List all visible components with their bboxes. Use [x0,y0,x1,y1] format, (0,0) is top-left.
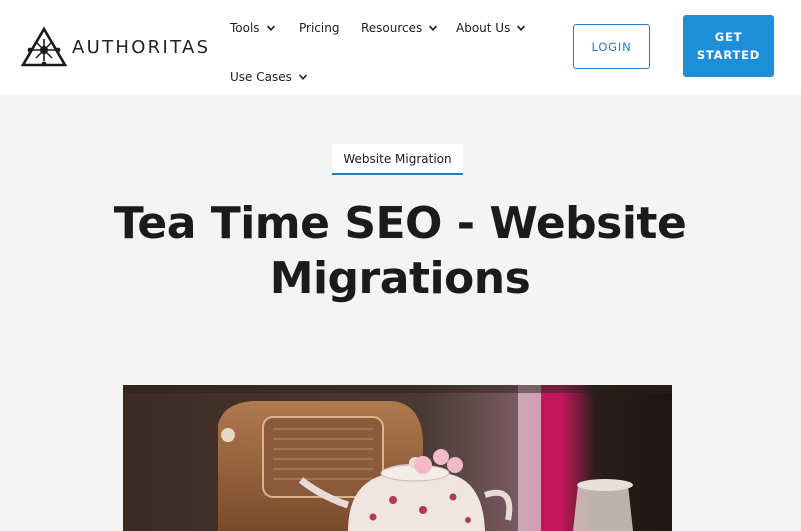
category-tag[interactable]: Website Migration [332,144,463,175]
chevron-down-icon [428,23,438,33]
get-started-button[interactable]: GET STARTED [683,15,774,77]
nav-pricing[interactable]: Pricing [299,21,339,35]
nav-about-us[interactable]: About Us [456,21,526,35]
nav-use-cases-label: Use Cases [230,70,292,84]
nav-resources-label: Resources [361,21,423,35]
login-button[interactable]: LOGIN [573,24,650,69]
authoritas-logo-icon [20,26,68,67]
nav-about-label: About Us [456,21,511,35]
chevron-down-icon [298,72,308,82]
nav-tools[interactable]: Tools [230,21,276,35]
site-header: AUTHORITAS Tools Pricing Resources About… [0,0,801,95]
brand-name: AUTHORITAS [72,36,211,58]
nav-resources[interactable]: Resources [361,21,438,35]
nav-pricing-label: Pricing [299,21,340,35]
nav-use-cases[interactable]: Use Cases [230,70,308,84]
chevron-down-icon [266,23,276,33]
page-title-line1: Tea Time SEO - Website [113,198,687,249]
get-started-line1: GET [714,30,743,44]
page-title: Tea Time SEO - Website Migrations [100,196,700,306]
hero-image [123,385,672,531]
teapot-radio-photo [123,385,672,531]
chevron-down-icon [516,23,526,33]
nav-tools-label: Tools [230,21,260,35]
brand-logo[interactable]: AUTHORITAS [20,26,210,68]
page-title-line2: Migrations [269,253,531,304]
get-started-line2: STARTED [696,48,761,62]
